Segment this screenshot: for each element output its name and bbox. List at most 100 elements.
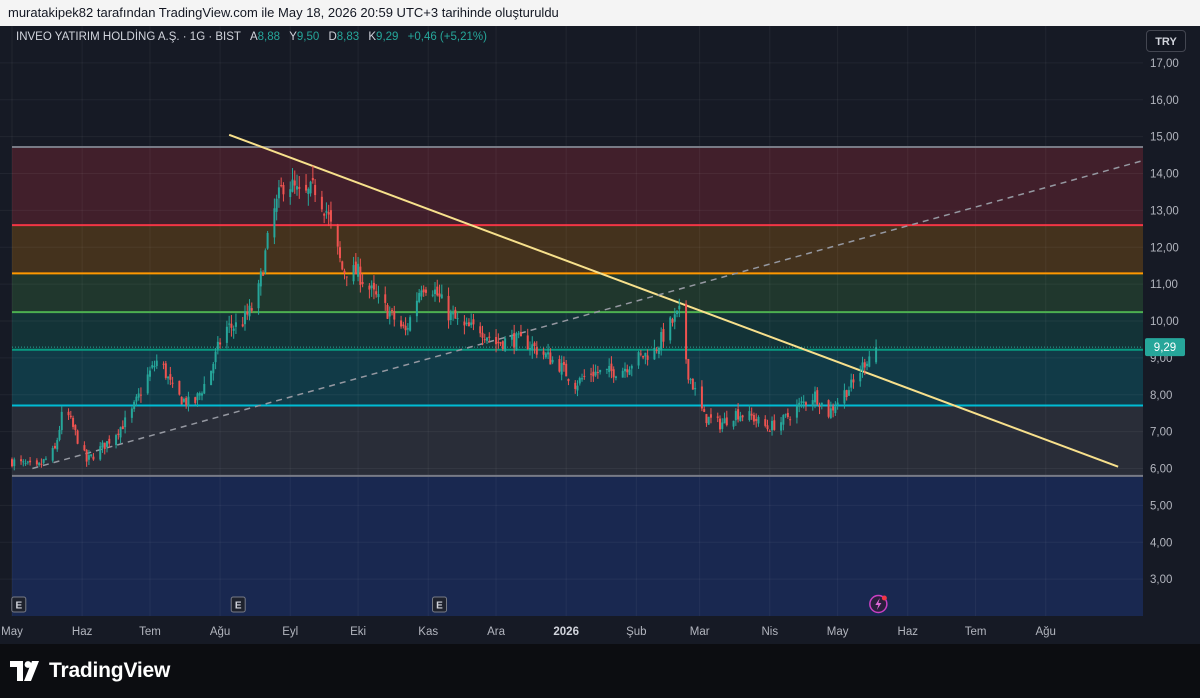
time-tick-label: May xyxy=(827,626,849,638)
candle-body xyxy=(155,360,158,366)
candle-body xyxy=(85,449,88,462)
price-tick-label: 15,00 xyxy=(1150,132,1179,144)
chart-area[interactable]: EEE 3,00 4,00 5,00 6,00 7,00 8,00 9,00 10,00 11,… xyxy=(0,26,1200,644)
time-tick-label: Ağu xyxy=(1035,626,1055,638)
currency-button[interactable]: TRY xyxy=(1146,30,1186,52)
candle-body xyxy=(106,441,109,447)
candle-body xyxy=(834,406,837,414)
candle-body xyxy=(69,415,72,418)
candle-body xyxy=(99,446,102,460)
candle-body xyxy=(847,390,850,396)
candle-body xyxy=(610,363,613,371)
candle-body xyxy=(38,462,41,466)
candle-body xyxy=(630,365,633,369)
candle-body xyxy=(230,323,233,328)
high-value: 9,50 xyxy=(296,31,320,43)
candle-body xyxy=(612,369,615,378)
brand-name: TradingView xyxy=(49,659,171,682)
candle-body xyxy=(72,417,75,427)
price-tick-label: 5,00 xyxy=(1150,500,1172,512)
candle-body xyxy=(463,321,466,326)
candle-body xyxy=(182,398,185,402)
candle-body xyxy=(115,435,118,445)
time-tick-label: Ara xyxy=(487,626,506,638)
candle-body xyxy=(449,311,452,320)
earnings-marker-label: E xyxy=(235,601,242,612)
candle-body xyxy=(90,454,93,457)
candle-body xyxy=(433,289,436,295)
candle-body xyxy=(621,370,624,378)
candle-body xyxy=(465,322,468,325)
price-tick-label: 14,00 xyxy=(1150,169,1179,181)
candle-body xyxy=(201,393,204,396)
candle-body xyxy=(565,363,568,377)
time-tick-label: Şub xyxy=(626,626,646,638)
close-value: 9,29 xyxy=(376,31,399,43)
candle-body xyxy=(440,294,443,299)
candle-body xyxy=(750,413,753,416)
candle-body xyxy=(13,459,16,467)
candle-body xyxy=(707,416,710,425)
candle-body xyxy=(51,447,54,461)
candle-body xyxy=(560,363,563,375)
fib-band xyxy=(12,405,1143,476)
candle-body xyxy=(210,370,213,386)
candle-body xyxy=(802,401,805,404)
candle-body xyxy=(384,294,387,303)
candle-body xyxy=(843,390,846,404)
time-tick-label: Ağu xyxy=(210,626,230,638)
candle-body xyxy=(626,369,629,373)
candle-body xyxy=(687,358,690,380)
candle-body xyxy=(422,289,425,293)
candle-body xyxy=(438,293,441,297)
candle-body xyxy=(519,331,522,337)
candle-body xyxy=(447,295,450,321)
candle-body xyxy=(311,177,314,181)
candle-body xyxy=(510,335,513,340)
candle-body xyxy=(818,405,821,408)
candle-body xyxy=(289,189,292,198)
candle-body xyxy=(755,418,758,422)
candle-body xyxy=(20,459,23,462)
candle-body xyxy=(734,411,737,421)
candle-body xyxy=(721,422,724,429)
price-chart[interactable]: EEE 3,004,005,006,007,008,009,0010,0011,… xyxy=(0,26,1200,644)
candle-body xyxy=(719,418,722,430)
candle-body xyxy=(800,401,803,403)
candle-body xyxy=(501,341,504,349)
candle-body xyxy=(705,414,708,424)
candle-body xyxy=(11,459,13,467)
candle-body xyxy=(246,311,249,315)
candle-body xyxy=(354,261,357,275)
candle-body xyxy=(305,184,308,191)
candle-body xyxy=(146,374,149,394)
candle-body xyxy=(771,420,774,431)
candle-body xyxy=(578,378,581,384)
tradingview-logo[interactable]: TradingView xyxy=(10,658,170,684)
time-tick-label: Haz xyxy=(898,626,919,638)
candle-body xyxy=(187,396,190,406)
time-tick-label: 2026 xyxy=(553,626,579,638)
candle-body xyxy=(662,329,665,342)
candle-body xyxy=(164,363,167,378)
candle-body xyxy=(741,415,744,418)
candle-body xyxy=(121,426,124,430)
candle-body xyxy=(214,351,217,363)
candle-body xyxy=(133,401,136,410)
candle-body xyxy=(875,347,878,363)
candle-body xyxy=(517,333,520,335)
candle-body xyxy=(671,319,674,323)
candle-body xyxy=(533,342,536,347)
candle-body xyxy=(596,372,599,374)
price-tick-label: 4,00 xyxy=(1150,537,1172,549)
price-tick-label: 10,00 xyxy=(1150,316,1179,328)
candle-body xyxy=(60,411,63,431)
candle-body xyxy=(309,181,312,194)
candle-body xyxy=(479,326,482,334)
candle-body xyxy=(660,332,663,351)
candle-body xyxy=(709,414,712,418)
open-value: 8,88 xyxy=(257,31,280,43)
candle-body xyxy=(657,347,660,354)
symbol-title: INVEO YATIRIM HOLDİNG A.Ş. · 1G · BIST xyxy=(16,31,241,43)
candle-body xyxy=(406,328,409,330)
